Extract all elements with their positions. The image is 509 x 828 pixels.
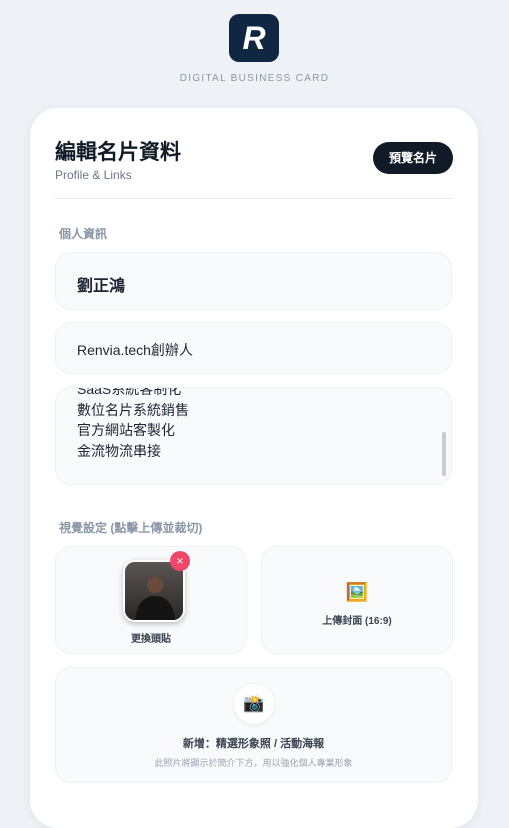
- name-field[interactable]: 劉正鴻: [55, 252, 452, 310]
- logo-r-icon: R: [242, 23, 265, 53]
- bio-line: 數位名片系統銷售: [77, 401, 189, 418]
- brand-header: R DIGITAL BUSINESS CARD: [0, 0, 509, 100]
- brand-subtitle: DIGITAL BUSINESS CARD: [179, 73, 330, 84]
- name-value: 劉正鴻: [77, 278, 126, 295]
- bio-text: SaaS系統客制化 數位名片系統銷售 官方網站客製化 金流物流串接: [77, 388, 417, 484]
- image-icon: 🖼️: [345, 582, 369, 602]
- add-photo-button[interactable]: 📸: [234, 684, 274, 724]
- brand-logo: R: [229, 14, 279, 62]
- bio-textarea[interactable]: SaaS系統客制化 數位名片系統銷售 官方網站客製化 金流物流串接: [55, 387, 452, 485]
- visual-settings-label: 視覺設定 (點擊上傳並裁切): [59, 521, 203, 535]
- add-photo-title: 新增：精選形象照 / 活動海報: [182, 738, 325, 750]
- preview-card-button[interactable]: 預覽名片: [373, 142, 453, 174]
- cover-caption: 上傳封面 (16:9): [322, 616, 392, 627]
- avatar-caption: 更換頭貼: [131, 634, 171, 645]
- cover-upload-tile[interactable]: 🖼️ 上傳封面 (16:9): [261, 546, 453, 654]
- avatar-photo-icon: [125, 562, 183, 620]
- page-subtitle: Profile & Links: [55, 168, 132, 182]
- remove-avatar-button[interactable]: ×: [170, 551, 190, 571]
- svg-text:R: R: [242, 23, 265, 53]
- add-photo-hint: 此照片將顯示於簡介下方，用以強化個人專業形象: [154, 758, 353, 768]
- close-icon: ×: [176, 554, 184, 568]
- avatar-upload-tile[interactable]: × 更換頭貼: [55, 546, 247, 654]
- bio-scrollbar[interactable]: [442, 432, 446, 476]
- job-title-field[interactable]: Renvia.tech創辦人: [55, 322, 452, 374]
- header-divider: [55, 198, 453, 199]
- bio-line: SaaS系統客制化: [77, 388, 182, 397]
- camera-icon: 📸: [243, 694, 265, 713]
- job-title-value: Renvia.tech創辦人: [77, 342, 193, 358]
- editor-card: 編輯名片資料 Profile & Links 預覽名片 個人資訊 劉正鴻 Ren…: [30, 108, 478, 828]
- bio-line: 官方網站客製化: [77, 422, 175, 438]
- personal-info-label: 個人資訊: [59, 227, 108, 241]
- add-featured-photo-tile[interactable]: 📸 新增：精選形象照 / 活動海報 此照片將顯示於簡介下方，用以強化個人專業形象: [55, 667, 452, 783]
- page-title: 編輯名片資料: [55, 141, 181, 164]
- bio-line: 金流物流串接: [77, 442, 161, 459]
